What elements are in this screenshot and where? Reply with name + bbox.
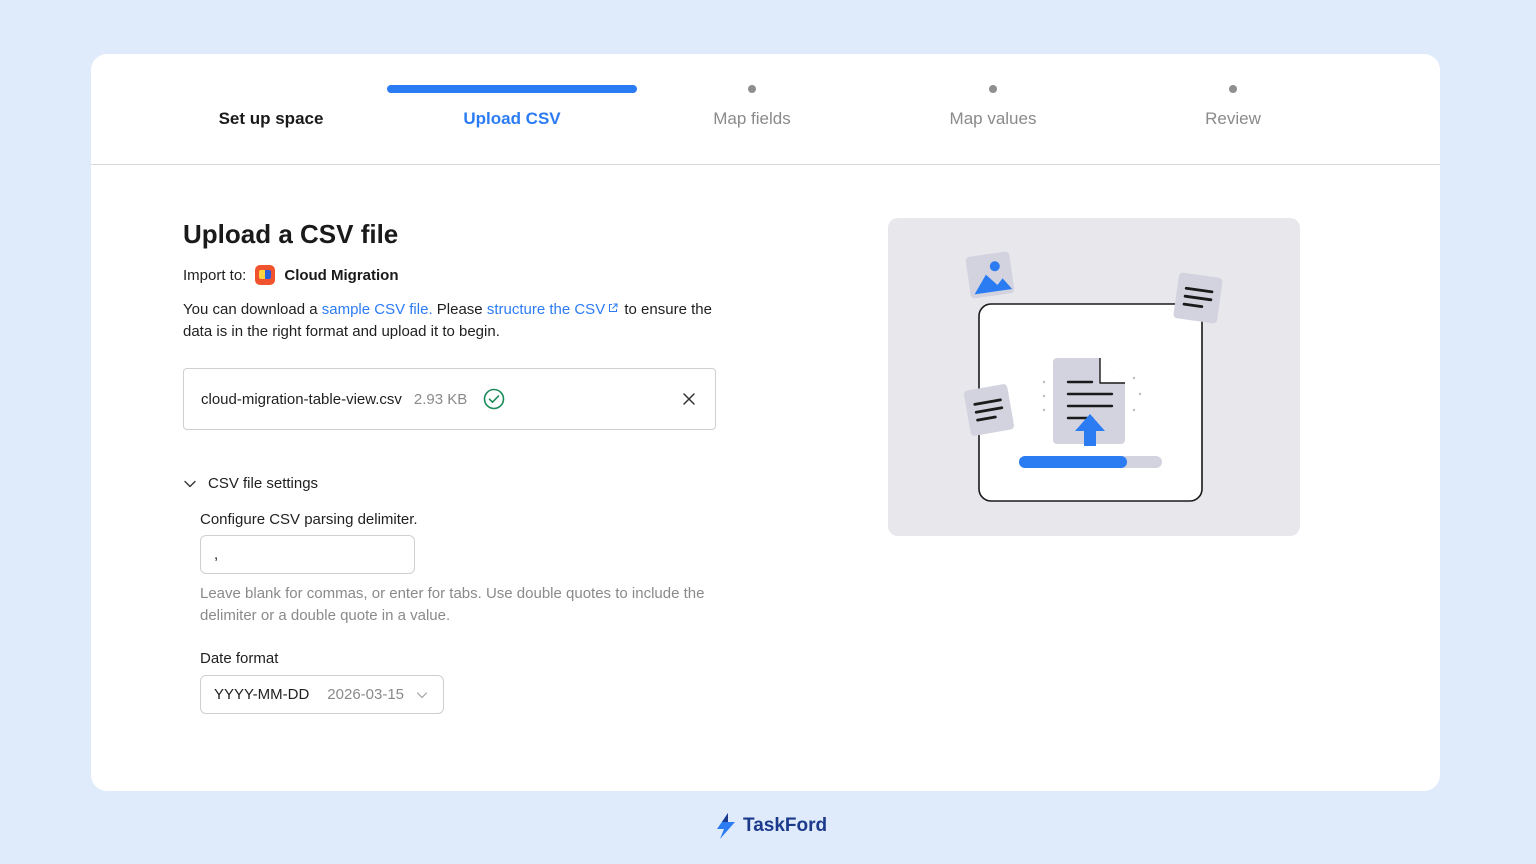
- structure-csv-link[interactable]: structure the CSV: [487, 301, 620, 318]
- chevron-down-icon: [416, 692, 428, 699]
- csv-settings-label: CSV file settings: [208, 475, 319, 492]
- page-title: Upload a CSV file: [183, 219, 399, 249]
- delimiter-help-text: Leave blank for commas, or enter for tab…: [200, 585, 705, 624]
- instructions-text: Please: [432, 301, 487, 318]
- date-format-example: 2026-03-15: [327, 686, 405, 703]
- step-review[interactable]: Review: [1108, 54, 1358, 165]
- delimiter-input[interactable]: [200, 535, 415, 574]
- date-format-value: YYYY-MM-DD: [214, 686, 310, 703]
- taskford-logo-icon: [717, 813, 735, 839]
- step-progress-bar: [146, 85, 396, 93]
- check-circle-icon: [483, 388, 505, 410]
- file-size: 2.93 KB: [413, 390, 468, 408]
- date-format-select[interactable]: YYYY-MM-DD 2026-03-15: [200, 675, 444, 714]
- import-target: Import to: Cloud Migration: [183, 265, 399, 285]
- chevron-down-icon: [184, 480, 196, 487]
- step-label: Map values: [949, 109, 1037, 128]
- brand-footer: TaskFord: [714, 812, 827, 840]
- step-dot: [989, 85, 997, 93]
- structure-csv-link-label: structure the CSV: [486, 301, 606, 318]
- step-map-fields[interactable]: Map fields: [627, 54, 877, 165]
- sample-csv-link[interactable]: sample CSV file.: [322, 301, 433, 318]
- step-set-up-space[interactable]: Set up space: [146, 54, 396, 165]
- step-dot: [1229, 85, 1237, 93]
- delimiter-label: Configure CSV parsing delimiter.: [200, 511, 418, 528]
- uploaded-file: cloud-migration-table-view.csv 2.93 KB: [183, 368, 716, 430]
- close-icon[interactable]: [681, 391, 697, 407]
- upload-illustration: [888, 218, 1300, 536]
- import-wizard-card: Set up space Upload CSV Map fields Map v…: [91, 54, 1440, 791]
- step-progress-bar: [387, 85, 637, 93]
- space-name: Cloud Migration: [284, 266, 399, 284]
- step-upload-csv[interactable]: Upload CSV: [387, 54, 637, 165]
- import-label: Import to:: [183, 266, 247, 284]
- step-label: Map fields: [713, 109, 791, 128]
- brand-name: TaskFord: [743, 815, 828, 836]
- file-name: cloud-migration-table-view.csv: [201, 390, 402, 408]
- step-label: Set up space: [218, 109, 324, 128]
- upload-illustration-graphic: [963, 251, 1223, 502]
- instructions-text: You can download a: [183, 301, 322, 318]
- csv-settings-toggle[interactable]: CSV file settings: [183, 475, 318, 492]
- step-dot: [748, 85, 756, 93]
- space-icon: [255, 265, 276, 285]
- step-label: Review: [1205, 109, 1261, 128]
- instructions: You can download a sample CSV file. Plea…: [183, 299, 723, 343]
- step-map-values[interactable]: Map values: [868, 54, 1118, 165]
- date-format-label: Date format: [200, 650, 279, 667]
- external-link-icon: [609, 303, 618, 312]
- wizard-stepper: Set up space Upload CSV Map fields Map v…: [91, 54, 1440, 165]
- step-label: Upload CSV: [463, 109, 561, 128]
